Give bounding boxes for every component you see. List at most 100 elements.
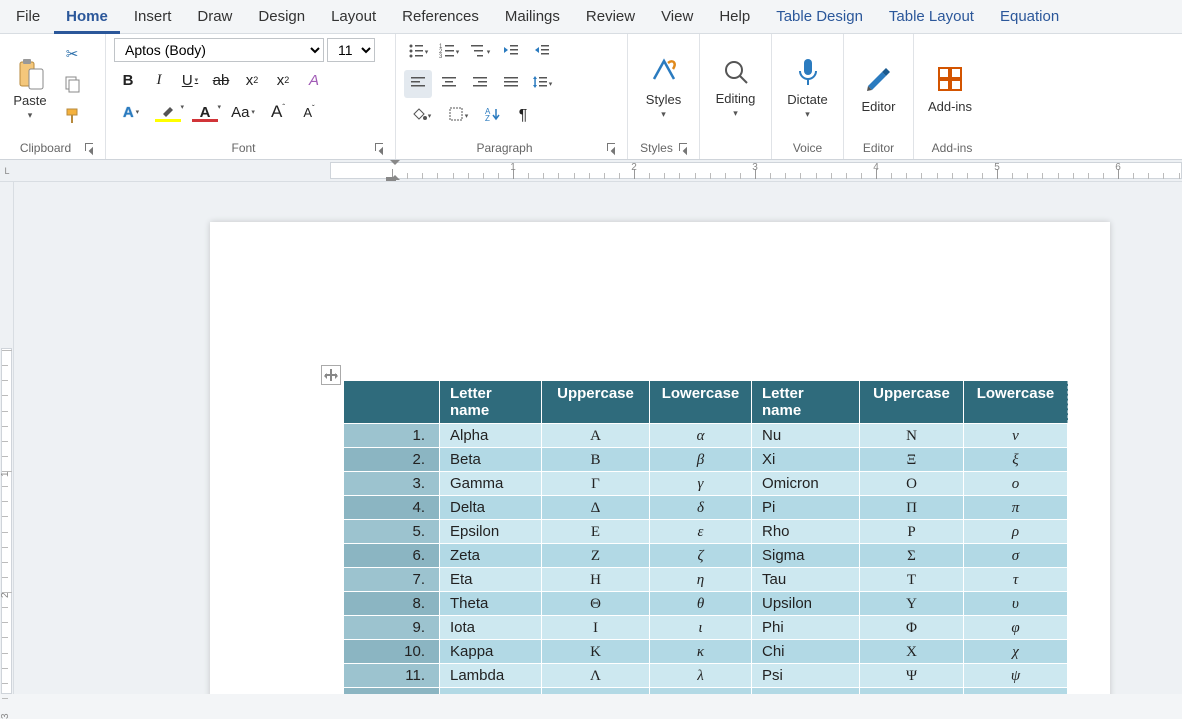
table-cell[interactable]: Α — [542, 424, 650, 448]
tab-help[interactable]: Help — [707, 2, 762, 34]
table-cell[interactable]: 4. — [344, 496, 440, 520]
tab-mailings[interactable]: Mailings — [493, 2, 572, 34]
table-cell[interactable]: 3. — [344, 472, 440, 496]
table-cell[interactable]: Iota — [440, 616, 542, 640]
table-cell[interactable]: Ο — [860, 472, 964, 496]
tab-home[interactable]: Home — [54, 2, 120, 34]
table-cell[interactable]: Ψ — [860, 664, 964, 688]
tab-equation[interactable]: Equation — [988, 2, 1071, 34]
table-cell[interactable]: Θ — [542, 592, 650, 616]
superscript-button[interactable]: x2 — [269, 66, 297, 94]
table-cell[interactable]: η — [650, 568, 752, 592]
tab-layout[interactable]: Layout — [319, 2, 388, 34]
table-cell[interactable]: 12. — [344, 688, 440, 695]
table-cell[interactable]: Τ — [860, 568, 964, 592]
table-cell[interactable]: Epsilon — [440, 520, 542, 544]
tab-draw[interactable]: Draw — [185, 2, 244, 34]
table-move-handle[interactable] — [321, 365, 341, 385]
styles-launcher[interactable] — [677, 141, 691, 155]
table-cell[interactable]: Lambda — [440, 664, 542, 688]
table-cell[interactable]: Nu — [752, 424, 860, 448]
table-cell[interactable]: Chi — [752, 640, 860, 664]
table-cell[interactable]: Psi — [752, 664, 860, 688]
table-cell[interactable]: Χ — [860, 640, 964, 664]
table-cell[interactable]: ξ — [964, 448, 1068, 472]
table-cell[interactable]: Ε — [542, 520, 650, 544]
table-row[interactable]: 8.ThetaΘθUpsilonΥυ — [344, 592, 1068, 616]
table-cell[interactable]: Σ — [860, 544, 964, 568]
table-header[interactable]: Uppercase — [860, 381, 964, 424]
tab-view[interactable]: View — [649, 2, 705, 34]
table-cell[interactable]: β — [650, 448, 752, 472]
table-cell[interactable]: Tau — [752, 568, 860, 592]
table-cell[interactable]: κ — [650, 640, 752, 664]
font-size-select[interactable]: 11 — [327, 38, 375, 62]
table-cell[interactable]: Ρ — [860, 520, 964, 544]
dictate-button[interactable]: Dictate ▾ — [780, 38, 835, 139]
subscript-button[interactable]: x2 — [238, 66, 266, 94]
numbering-button[interactable]: 123▾ — [435, 38, 463, 66]
cut-button[interactable]: ✂ — [58, 40, 86, 68]
table-cell[interactable]: ψ — [964, 664, 1068, 688]
table-cell[interactable]: 7. — [344, 568, 440, 592]
inc-indent-button[interactable] — [528, 38, 556, 66]
font-launcher[interactable] — [373, 141, 387, 155]
table-row[interactable]: 12.MuΜμOmegaΩω — [344, 688, 1068, 695]
table-header[interactable]: Lettername — [440, 381, 542, 424]
bullets-button[interactable]: ▾ — [404, 38, 432, 66]
table-cell[interactable]: Β — [542, 448, 650, 472]
clear-format-button[interactable]: A — [300, 66, 328, 94]
table-cell[interactable]: ρ — [964, 520, 1068, 544]
document-canvas[interactable]: LetternameUppercaseLowercaseLetternameUp… — [14, 182, 1182, 694]
table-cell[interactable]: Eta — [440, 568, 542, 592]
table-row[interactable]: 5.EpsilonΕεRhoΡρ — [344, 520, 1068, 544]
table-cell[interactable]: Γ — [542, 472, 650, 496]
bold-button[interactable]: B — [114, 66, 142, 94]
tab-file[interactable]: File — [10, 2, 52, 34]
dec-indent-button[interactable] — [497, 38, 525, 66]
table-cell[interactable]: ε — [650, 520, 752, 544]
table-cell[interactable]: ν — [964, 424, 1068, 448]
table-cell[interactable]: θ — [650, 592, 752, 616]
table-cell[interactable]: π — [964, 496, 1068, 520]
table-cell[interactable]: Mu — [440, 688, 542, 695]
text-effects-button[interactable]: A ▾ — [114, 98, 148, 126]
grow-font-button[interactable]: Aˆ — [264, 98, 292, 126]
table-cell[interactable]: μ — [650, 688, 752, 695]
table-cell[interactable]: 6. — [344, 544, 440, 568]
align-right-button[interactable] — [466, 70, 494, 98]
addins-button[interactable]: Add-ins — [922, 38, 978, 139]
table-cell[interactable]: Xi — [752, 448, 860, 472]
line-spacing-button[interactable]: ▾ — [528, 70, 556, 98]
table-cell[interactable]: Ω — [860, 688, 964, 695]
table-row[interactable]: 11.LambdaΛλPsiΨψ — [344, 664, 1068, 688]
table-cell[interactable]: Omega — [752, 688, 860, 695]
tab-review[interactable]: Review — [574, 2, 647, 34]
table-cell[interactable]: Delta — [440, 496, 542, 520]
align-left-button[interactable] — [404, 70, 432, 98]
show-marks-button[interactable]: ¶ — [509, 102, 537, 130]
shrink-font-button[interactable]: Aˇ — [295, 98, 323, 126]
table-cell[interactable]: Kappa — [440, 640, 542, 664]
editor-button[interactable]: Editor — [852, 38, 905, 139]
table-cell[interactable]: 2. — [344, 448, 440, 472]
table-cell[interactable]: ω — [964, 688, 1068, 695]
table-cell[interactable]: Λ — [542, 664, 650, 688]
table-cell[interactable]: Π — [860, 496, 964, 520]
table-cell[interactable]: Ι — [542, 616, 650, 640]
table-cell[interactable]: Φ — [860, 616, 964, 640]
table-cell[interactable]: Pi — [752, 496, 860, 520]
table-cell[interactable]: υ — [964, 592, 1068, 616]
table-cell[interactable]: α — [650, 424, 752, 448]
highlight-button[interactable]: ▾ — [151, 98, 185, 126]
font-color-button[interactable]: A ▾ — [188, 98, 222, 126]
table-cell[interactable]: ο — [964, 472, 1068, 496]
table-cell[interactable]: λ — [650, 664, 752, 688]
italic-button[interactable]: I — [145, 66, 173, 94]
align-center-button[interactable] — [435, 70, 463, 98]
styles-button[interactable]: Styles ▾ — [636, 38, 691, 139]
table-cell[interactable]: 11. — [344, 664, 440, 688]
table-header[interactable]: Uppercase — [542, 381, 650, 424]
borders-button[interactable]: ▾ — [441, 102, 475, 130]
change-case-button[interactable]: Aa ▾ — [225, 98, 261, 126]
